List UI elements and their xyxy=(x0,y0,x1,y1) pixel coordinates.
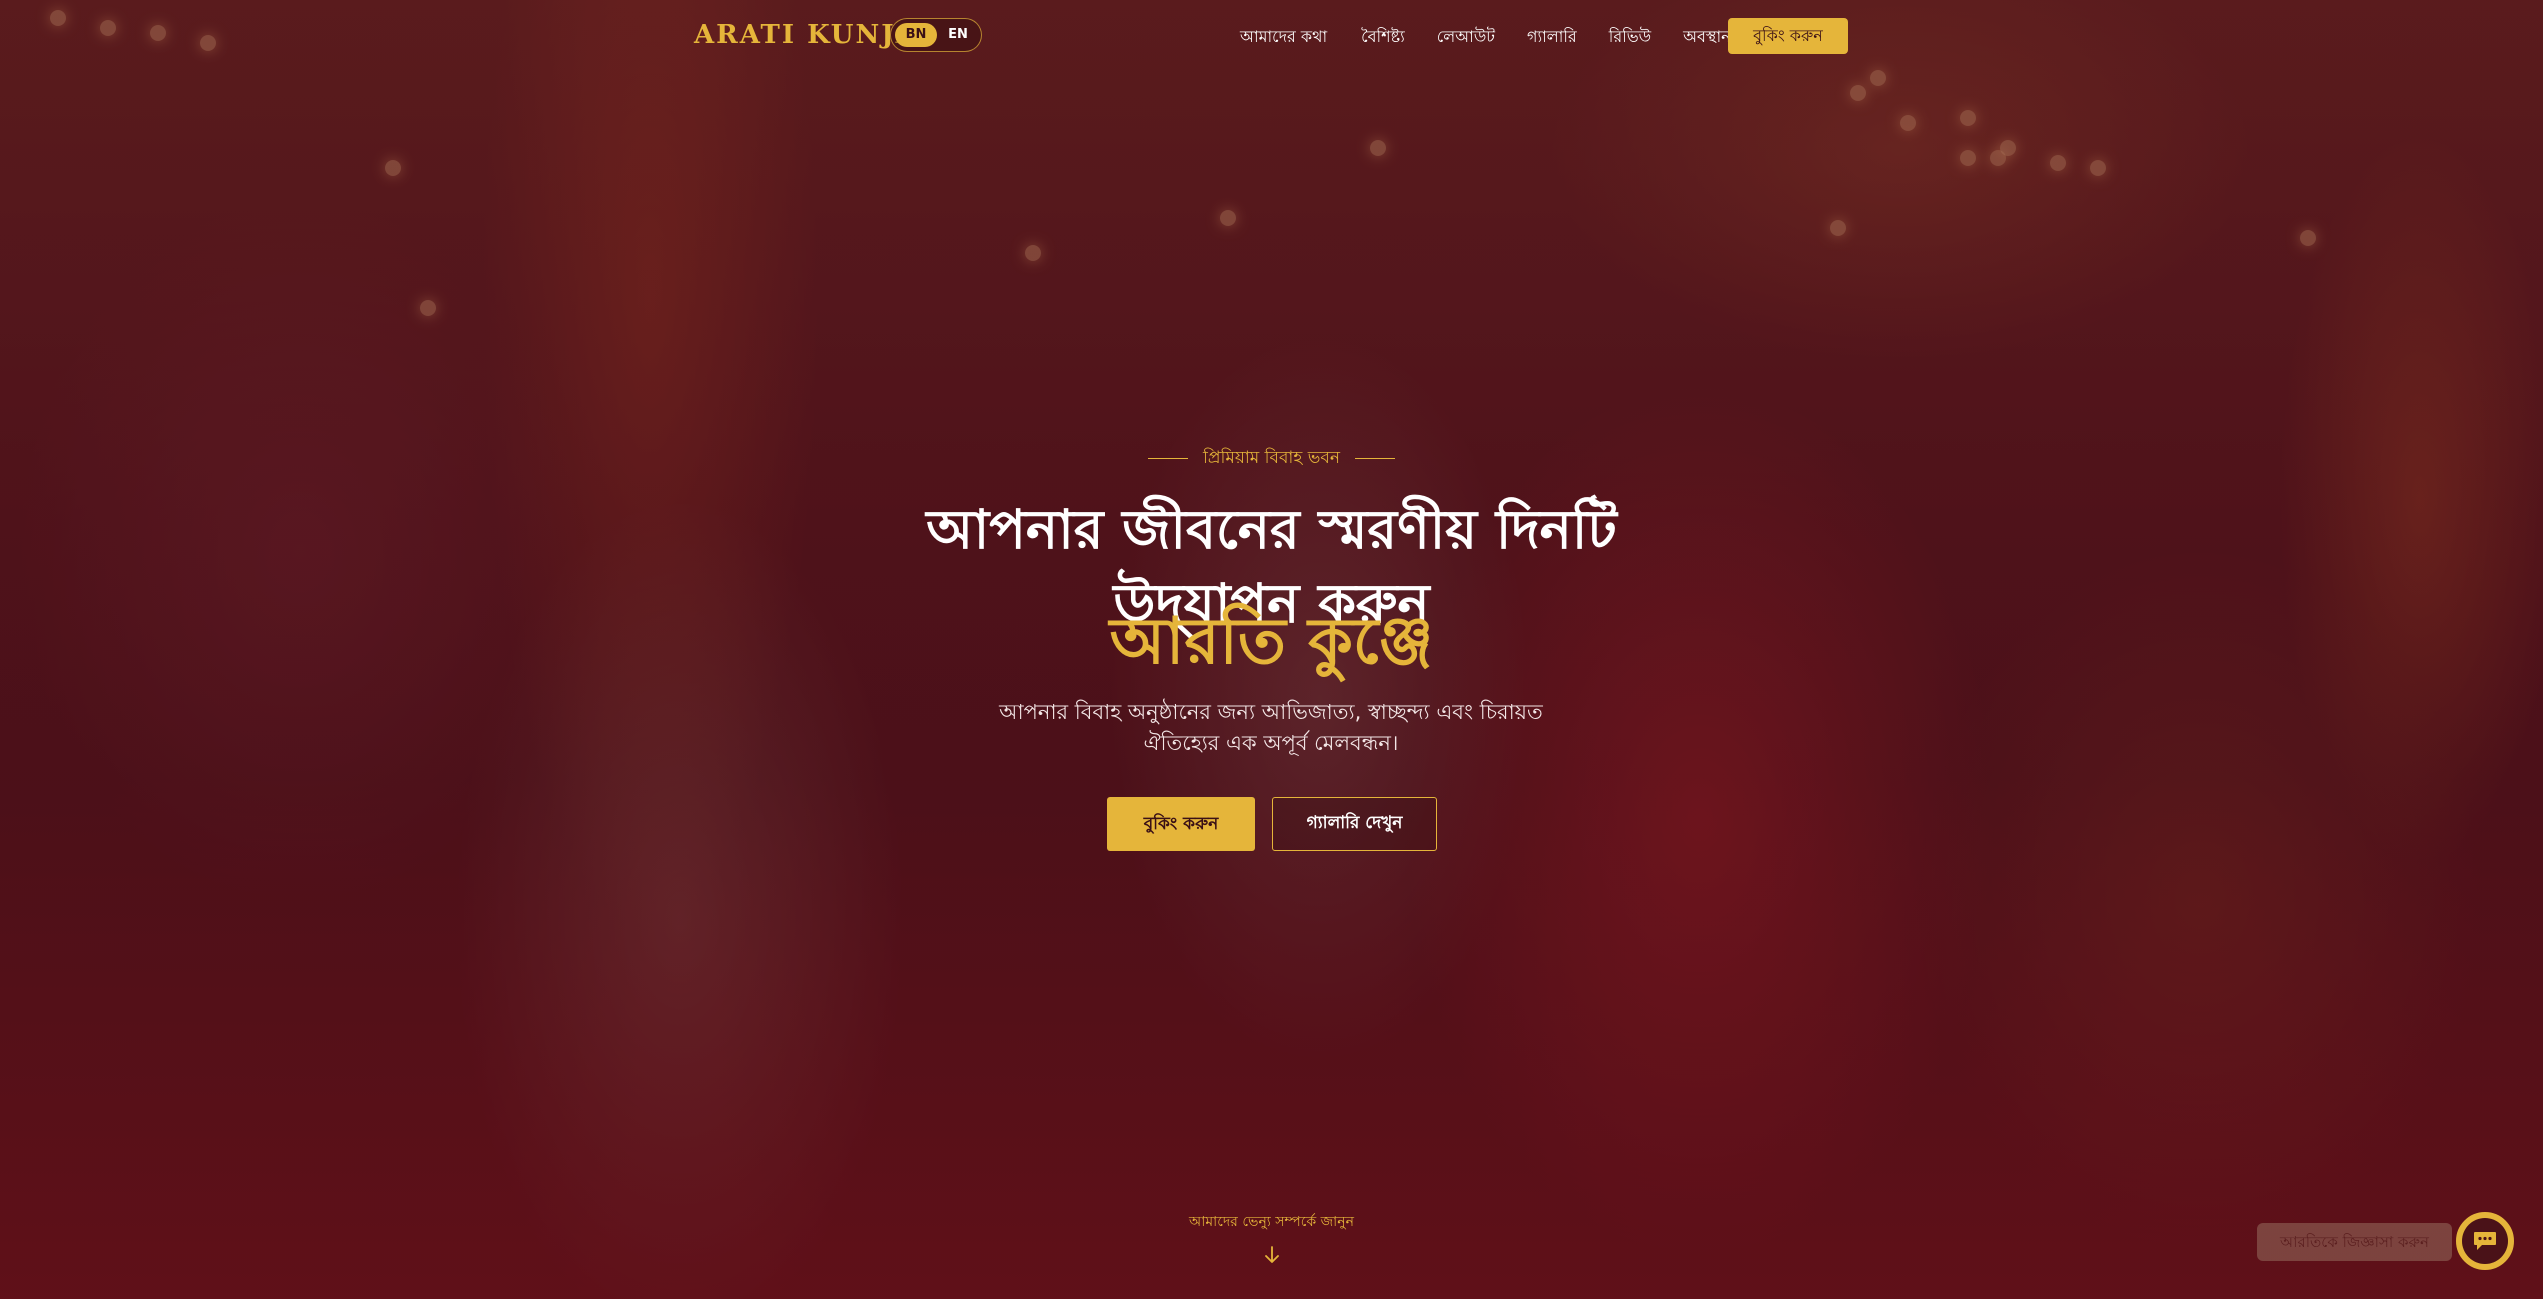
eyebrow-line-right xyxy=(1355,457,1396,460)
nav-link-features[interactable]: বৈশিষ্ট্য xyxy=(1361,24,1405,51)
nav-links: আমাদের কথা বৈশিষ্ট্য লেআউট গ্যালারি রিভি… xyxy=(1240,24,1731,51)
lang-en-button[interactable]: EN xyxy=(937,23,979,47)
headline-line-1: আপনার জীবনের স্মরণীয় দিনটি xyxy=(926,497,1617,561)
hero-eyebrow-row: প্রিমিয়াম বিবাহ ভবন xyxy=(0,445,2543,473)
chat-tooltip[interactable]: আরতিকে জিজ্ঞাসা করুন xyxy=(2257,1223,2452,1261)
scroll-hint[interactable]: আমাদের ভেন্যু সম্পর্কে জানুন xyxy=(0,1210,2543,1234)
top-navigation: ARATI KUNJA BN EN আমাদের কথা বৈশিষ্ট্য ল… xyxy=(0,0,2543,70)
chat-button-inner xyxy=(2462,1218,2508,1264)
nav-booking-button[interactable]: বুকিং করুন xyxy=(1728,18,1848,54)
language-toggle[interactable]: BN EN xyxy=(890,18,982,52)
hero-headline-accent: আরতি কুঞ্জে xyxy=(1109,604,1434,679)
hero-subtitle: আপনার বিবাহ অনুষ্ঠানের জন্য আভিজাত্য, স্… xyxy=(999,700,1543,755)
hero-eyebrow: প্রিমিয়াম বিবাহ ভবন xyxy=(1203,448,1340,468)
lang-bn-button[interactable]: BN xyxy=(895,23,937,47)
brand-logo[interactable]: ARATI KUNJA xyxy=(694,20,918,50)
nav-link-about[interactable]: আমাদের কথা xyxy=(1240,24,1327,51)
hero-booking-button[interactable]: বুকিং করুন xyxy=(1107,797,1255,851)
eyebrow-line-left xyxy=(1147,457,1188,460)
arrow-down-icon[interactable] xyxy=(1262,1245,1282,1265)
hero-gallery-button[interactable]: গ্যালারি দেখুন xyxy=(1272,797,1437,851)
nav-link-reviews[interactable]: রিভিউ xyxy=(1609,24,1651,51)
nav-link-gallery[interactable]: গ্যালারি xyxy=(1527,24,1577,51)
chat-button[interactable] xyxy=(2456,1212,2514,1270)
chat-icon xyxy=(2474,1232,2496,1250)
nav-link-layout[interactable]: লেআউট xyxy=(1437,24,1495,51)
nav-link-location[interactable]: অবস্থান xyxy=(1683,24,1731,51)
